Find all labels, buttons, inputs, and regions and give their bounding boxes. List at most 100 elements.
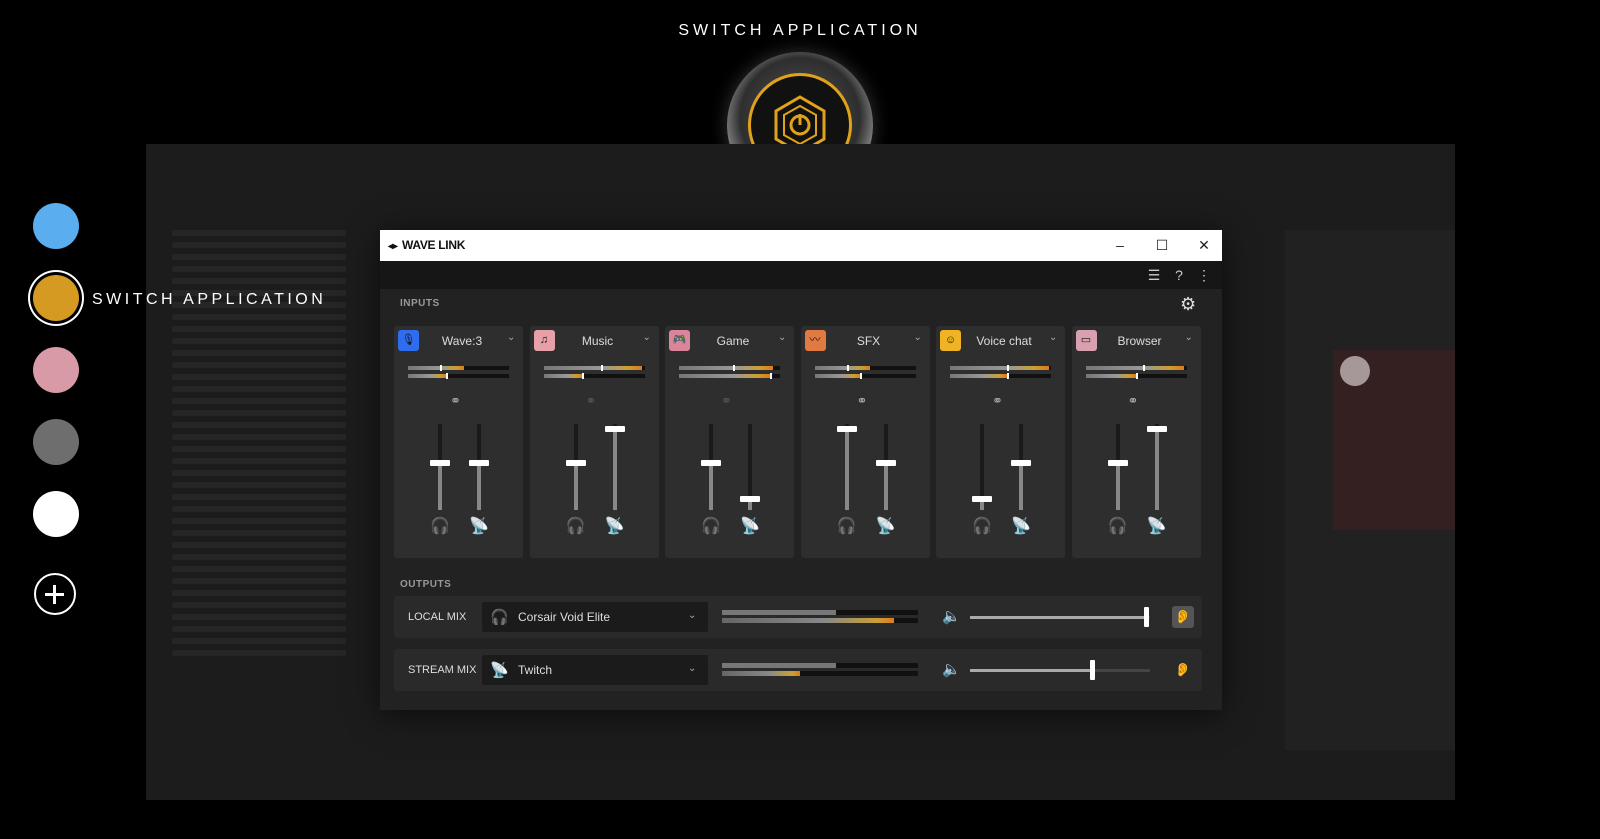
fader-thumb[interactable]	[430, 460, 450, 466]
close-button[interactable]: ✕	[1195, 236, 1213, 254]
fader-thumb[interactable]	[1146, 425, 1167, 432]
channel-header[interactable]: ♫ Music ⌄	[530, 326, 659, 354]
link-icon[interactable]: ⚭	[992, 393, 1003, 409]
link-icon[interactable]: ⚭	[721, 393, 732, 409]
settings-gear-icon[interactable]: ⚙	[1180, 294, 1196, 315]
gamepad-icon: 🎮	[669, 330, 690, 351]
add-app-button[interactable]	[34, 573, 76, 615]
app-title: ◂▸ WAVE LINK	[388, 238, 466, 252]
sound-wave-icon: 〰	[804, 330, 826, 351]
fader-thumb[interactable]	[836, 425, 857, 432]
stream-mix-fader[interactable]	[604, 424, 625, 510]
channel-header[interactable]: ☺ Voice chat ⌄	[936, 326, 1065, 354]
monitor-mix-fader[interactable]	[836, 424, 857, 510]
ear-icon[interactable]: 👂	[1172, 606, 1194, 628]
mixer-settings-icon[interactable]: ☰	[1145, 266, 1163, 284]
headphones-icon: 🎧	[701, 518, 721, 535]
output-level-meter	[722, 610, 918, 624]
monitor-mix-fader[interactable]	[1107, 424, 1128, 510]
output-mix-row: STREAM MIX 📡 Twitch ⌄ 🔈 👂	[394, 649, 1202, 691]
channel-name: Wave:3	[441, 334, 483, 348]
output-device-select[interactable]: 🎧 Corsair Void Elite ⌄	[482, 602, 708, 632]
fader-thumb[interactable]	[972, 496, 992, 502]
output-device-select[interactable]: 📡 Twitch ⌄	[482, 655, 708, 685]
chevron-down-icon[interactable]: ⌄	[688, 663, 696, 674]
fader-thumb[interactable]	[604, 425, 625, 432]
monitor-level-meter	[950, 365, 1051, 371]
music-icon: ♫	[533, 330, 555, 351]
stream-mix-fader[interactable]	[1146, 424, 1167, 510]
channel-header[interactable]: ▭ Browser ⌄	[1072, 326, 1201, 354]
channel-header[interactable]: 〰 SFX ⌄	[801, 326, 930, 354]
stream-mix-fader[interactable]	[875, 424, 896, 510]
fader-thumb[interactable]	[740, 496, 760, 502]
ear-icon[interactable]: 👂	[1172, 659, 1194, 681]
background-badge	[1340, 356, 1370, 386]
fader-thumb[interactable]	[875, 460, 896, 466]
broadcast-icon: 📡	[1011, 518, 1031, 535]
gold-app-slot[interactable]	[33, 275, 79, 321]
output-volume-slider[interactable]	[970, 669, 1150, 672]
volume-thumb[interactable]	[1090, 660, 1096, 680]
chevron-down-icon[interactable]: ⌄	[1185, 332, 1193, 343]
channel-name: Browser	[1117, 334, 1162, 348]
chevron-down-icon[interactable]: ⌄	[914, 332, 922, 343]
inputs-label: INPUTS	[400, 298, 440, 309]
chevron-down-icon[interactable]: ⌄	[688, 610, 696, 621]
broadcast-icon: 📡	[875, 518, 896, 535]
link-icon[interactable]: ⚭	[450, 393, 461, 409]
output-volume-slider[interactable]	[970, 616, 1150, 619]
overlay-title: SWITCH APPLICATION	[678, 22, 922, 39]
chevron-down-icon[interactable]: ⌄	[507, 332, 515, 343]
channel-header[interactable]: 🎮 Game ⌄	[665, 326, 794, 354]
more-options-icon[interactable]: ⋮	[1195, 266, 1213, 284]
volume-thumb[interactable]	[1144, 607, 1150, 627]
fader-thumb[interactable]	[1107, 460, 1128, 466]
monitor-mix-fader[interactable]	[701, 424, 721, 510]
fader-thumb[interactable]	[701, 460, 721, 466]
gray-app-slot[interactable]	[33, 419, 79, 465]
monitor-mix-fader[interactable]	[565, 424, 586, 510]
output-device-name: Twitch	[518, 663, 553, 677]
pink-app-slot[interactable]	[33, 347, 79, 393]
speaker-icon[interactable]: 🔈	[942, 660, 961, 678]
fader-thumb[interactable]	[1011, 460, 1031, 466]
channel-name: Game	[716, 334, 750, 348]
wave-logo-icon: ◂▸	[388, 241, 398, 252]
stream-mix-fader[interactable]	[1011, 424, 1031, 510]
channel-name: Music	[581, 334, 614, 348]
output-device-name: Corsair Void Elite	[518, 610, 611, 624]
headphones-icon: 🎧	[430, 518, 450, 535]
help-icon[interactable]: ?	[1170, 266, 1188, 284]
stream-level-meter	[1085, 373, 1187, 379]
input-channel-strip: ▭ Browser ⌄ ⚭ 🎧 📡	[1071, 326, 1201, 558]
input-channel-strip: ☺ Voice chat ⌄ ⚭ 🎧 📡	[936, 326, 1065, 558]
fader-thumb[interactable]	[469, 460, 489, 466]
chevron-down-icon[interactable]: ⌄	[778, 332, 786, 343]
link-icon[interactable]: ⚭	[857, 393, 868, 409]
monitor-level-meter	[543, 365, 645, 371]
chevron-down-icon[interactable]: ⌄	[643, 332, 651, 343]
chevron-down-icon[interactable]: ⌄	[1049, 332, 1057, 343]
channel-header[interactable]: 🎙 Wave:3 ⌄	[394, 326, 523, 354]
white-app-slot[interactable]	[33, 491, 79, 537]
monitor-mix-fader[interactable]	[972, 424, 992, 510]
fader-thumb[interactable]	[565, 460, 586, 466]
link-icon[interactable]: ⚭	[1128, 393, 1139, 409]
outputs-label: OUTPUTS	[400, 579, 452, 590]
stream-mix-fader[interactable]	[469, 424, 489, 510]
monitor-mix-fader[interactable]	[430, 424, 450, 510]
maximize-button[interactable]: ☐	[1153, 236, 1171, 254]
stream-mix-fader[interactable]	[740, 424, 760, 510]
output-mix-row: LOCAL MIX 🎧 Corsair Void Elite ⌄ 🔈 👂	[394, 596, 1202, 638]
blue-app-slot[interactable]	[33, 203, 79, 249]
input-channel-strip: 🎙 Wave:3 ⌄ ⚭ 🎧 📡	[394, 326, 523, 558]
monitor-level-meter	[408, 365, 509, 371]
speaker-icon[interactable]: 🔈	[942, 607, 961, 625]
minimize-button[interactable]: –	[1111, 236, 1129, 254]
monitor-level-meter	[1085, 365, 1187, 371]
link-icon[interactable]: ⚭	[586, 393, 597, 409]
broadcast-icon: 📡	[604, 518, 625, 535]
output-level-meter	[722, 663, 918, 677]
background-game-launcher	[1285, 230, 1455, 750]
